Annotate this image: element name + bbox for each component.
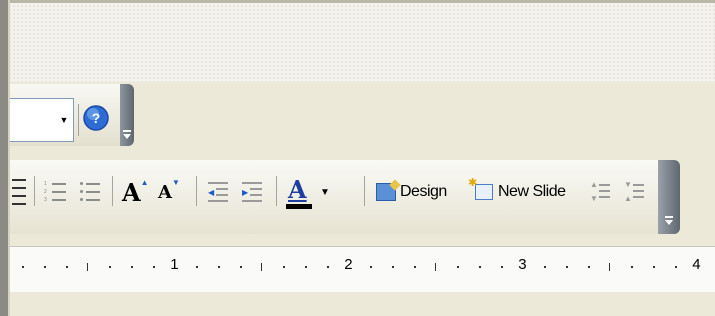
ruler-dot [22, 266, 24, 268]
line-spacing-decrease-button[interactable]: ▼ ▲ [624, 172, 644, 212]
ruler-dot [674, 266, 677, 268]
ruler-dot [43, 266, 46, 268]
ruler-dot [631, 266, 633, 268]
help-icon[interactable]: ? [82, 104, 110, 132]
ruler-dot [652, 266, 655, 268]
ruler-tick [435, 263, 437, 271]
justify-icon[interactable] [12, 172, 26, 212]
ruler-dot [65, 266, 68, 268]
toolbar-separator [34, 176, 35, 206]
decrease-indent-icon: ◀ [208, 178, 228, 206]
line-spacing-decrease-icon: ▼ ▲ [624, 178, 644, 206]
ruler-dot [478, 266, 481, 268]
ruler-number: 2 [344, 256, 353, 273]
font-color-button[interactable]: A [286, 172, 316, 212]
toolbar-separator [276, 176, 277, 206]
toolbar-options-chevron[interactable] [658, 160, 680, 234]
ruler-dot [413, 266, 416, 268]
toolbar-separator [364, 176, 365, 206]
new-slide-label: New Slide [498, 183, 566, 200]
toolbar-separator [196, 176, 197, 206]
ruler-dot [457, 266, 459, 268]
ruler-number: 3 [518, 256, 527, 273]
ruler-dot [565, 266, 568, 268]
zoom-combo[interactable]: ▼ [10, 98, 74, 142]
increase-indent-button[interactable]: ▶ [242, 172, 262, 212]
slide-design-icon [376, 183, 396, 201]
ruler-dot [391, 266, 394, 268]
numbered-list-icon: 1 2 3 [44, 177, 66, 207]
ruler-number: 1 [170, 256, 179, 273]
svg-text:?: ? [92, 110, 101, 126]
font-color-dropdown[interactable]: ▼ [320, 172, 330, 212]
window-left-edge [0, 0, 8, 316]
increase-font-size-button[interactable]: A ▲ [122, 172, 149, 212]
font-color-label: A [288, 175, 307, 204]
ruler-dot [326, 266, 329, 268]
ruler-number: 4 [692, 256, 701, 273]
font-color-icon: A [286, 175, 316, 209]
ruler-dot [283, 266, 285, 268]
ruler-dot [370, 266, 372, 268]
toolbar-separator [112, 176, 113, 206]
window-background [10, 292, 715, 316]
bullets-button[interactable] [78, 172, 100, 212]
chevron-down-icon [123, 130, 131, 140]
ruler-dot [587, 266, 590, 268]
window-border [0, 0, 715, 3]
toolbar-options-chevron[interactable] [120, 84, 134, 146]
arrow-up-icon: ▲ [140, 177, 149, 187]
increase-font-label: A [122, 177, 141, 207]
ruler-dot [239, 266, 242, 268]
document-workspace [0, 0, 715, 82]
ruler-tick [609, 263, 611, 271]
font-color-swatch [286, 204, 312, 209]
decrease-indent-button[interactable]: ◀ [208, 172, 228, 212]
ruler-dot [500, 266, 503, 268]
chevron-down-icon [665, 216, 673, 226]
ruler-dot [544, 266, 546, 268]
design-label: Design [400, 183, 447, 200]
decrease-font-label: A [158, 181, 172, 203]
numbering-button[interactable]: 1 2 3 [44, 172, 66, 212]
dropdown-arrow-icon[interactable]: ▼ [57, 112, 71, 128]
ruler-dot [130, 266, 133, 268]
new-slide-button[interactable]: New Slide [468, 172, 566, 212]
new-slide-icon [468, 176, 493, 200]
arrow-down-icon: ▼ [171, 177, 180, 187]
ruler-dot [152, 266, 155, 268]
ruler-dot [109, 266, 111, 268]
design-button[interactable]: Design [376, 172, 447, 212]
dropdown-arrow-icon: ▼ [320, 186, 330, 198]
ruler-dot [304, 266, 307, 268]
line-spacing-increase-icon: ▲ ▼ [590, 178, 610, 206]
increase-indent-icon: ▶ [242, 178, 262, 206]
ruler-tick [261, 263, 263, 271]
ruler-tick [87, 263, 89, 271]
decrease-font-size-button[interactable]: A ▼ [158, 172, 180, 212]
ruler-dot [217, 266, 220, 268]
ruler-dot [196, 266, 198, 268]
bulleted-list-icon [78, 177, 100, 207]
line-spacing-increase-button[interactable]: ▲ ▼ [590, 172, 610, 212]
toolbar-separator [78, 104, 79, 136]
